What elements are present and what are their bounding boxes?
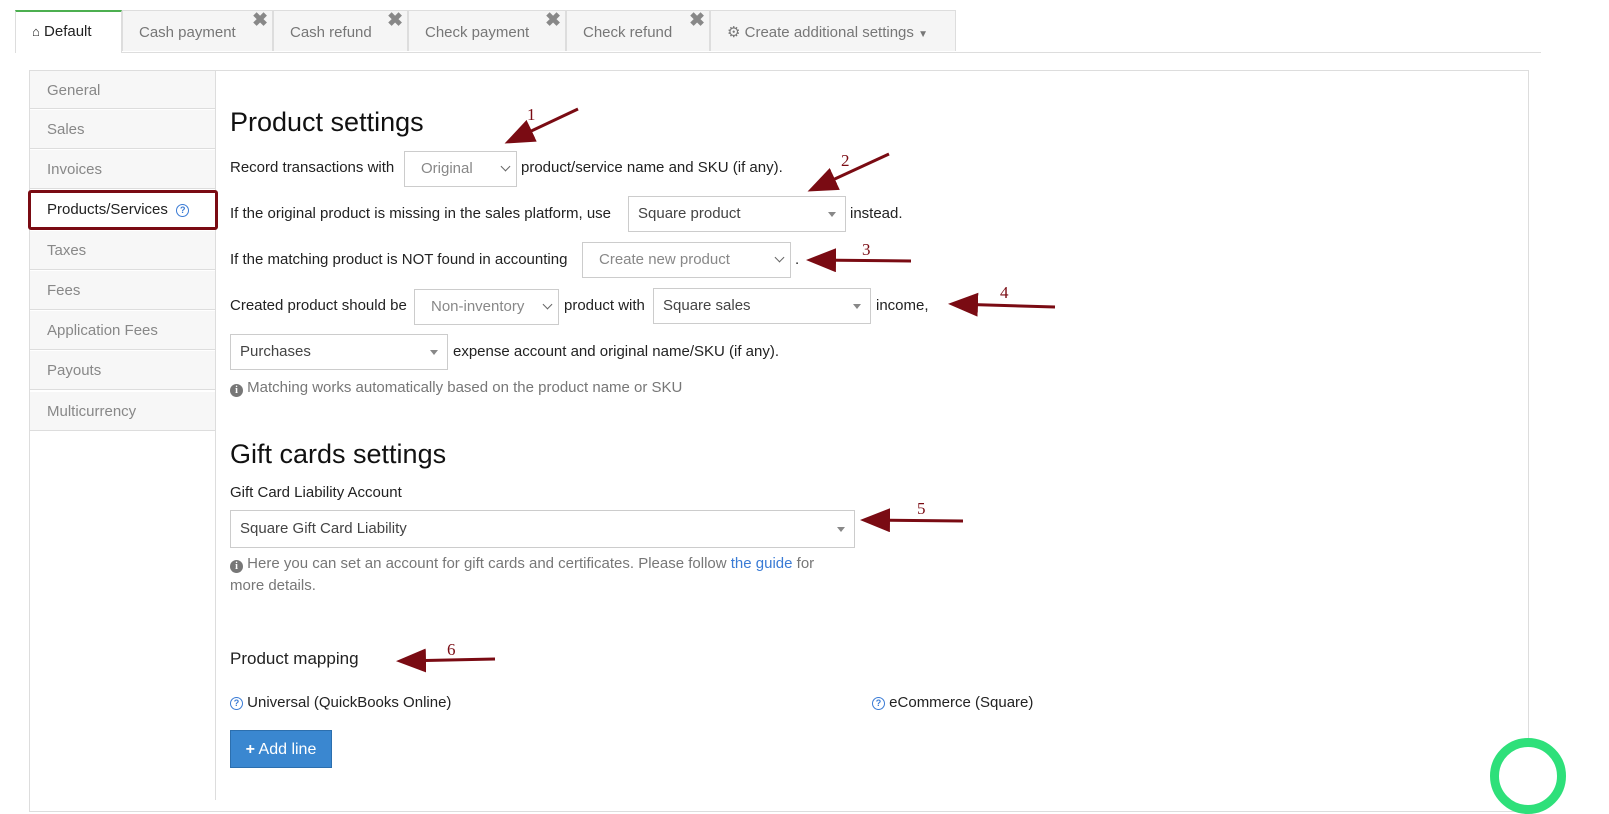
sidebar-item-fees[interactable]: Fees xyxy=(29,271,216,310)
product-mapping-title: Product mapping xyxy=(230,649,359,668)
sidebar-item-label: Sales xyxy=(47,121,85,138)
annotation-number-4: 4 xyxy=(1000,283,1009,302)
sidebar-item-label: Taxes xyxy=(47,242,87,259)
tab-label: Cash refund xyxy=(290,24,372,41)
button-label: Add line xyxy=(258,741,317,758)
sidebar-item-label: Invoices xyxy=(47,161,103,178)
chat-widget-button[interactable] xyxy=(1490,738,1566,814)
income-account-select[interactable]: Square sales xyxy=(653,288,871,324)
column-label: Universal (QuickBooks Online) xyxy=(247,694,452,711)
select-value: Purchases xyxy=(240,343,311,360)
tab-label: Cash payment xyxy=(139,24,236,41)
plus-icon: + xyxy=(245,741,255,758)
chevron-down-icon xyxy=(500,161,511,172)
tab-label: Create additional settings xyxy=(744,24,914,41)
tab-label: Check refund xyxy=(583,24,673,41)
sidebar-item-label: Payouts xyxy=(47,362,102,379)
sidebar-item-application-fees[interactable]: Application Fees xyxy=(29,311,216,350)
close-icon[interactable]: ✖ xyxy=(545,0,561,42)
select-value: Create new product xyxy=(599,251,730,268)
gift-card-hint-line2: more details. xyxy=(230,577,316,594)
product-settings-title: Product settings xyxy=(230,107,424,137)
mapping-column-ecommerce: ? eCommerce (Square) xyxy=(872,694,1033,711)
column-label: eCommerce (Square) xyxy=(889,694,1034,711)
chevron-down-icon xyxy=(774,252,785,263)
info-icon: i xyxy=(230,384,243,397)
matching-hint: i Matching works automatically based on … xyxy=(230,379,682,397)
annotation-number-6: 6 xyxy=(447,640,456,659)
row2-label: If the original product is missing in th… xyxy=(230,205,612,222)
annotation-number-1: 1 xyxy=(527,105,536,124)
caret-down-icon xyxy=(828,212,836,217)
select-value: Square product xyxy=(638,205,741,222)
hint-text: Here you can set an account for gift car… xyxy=(247,555,727,572)
sidebar-item-label: General xyxy=(47,82,101,99)
tab-create-additional-settings[interactable]: ⚙ Create additional settings ▼ xyxy=(710,10,956,51)
gift-cards-title: Gift cards settings xyxy=(230,439,447,469)
gear-icon: ⚙ xyxy=(727,24,741,41)
sidebar-item-payouts[interactable]: Payouts xyxy=(29,351,216,390)
close-icon[interactable]: ✖ xyxy=(689,0,705,42)
tab-default[interactable]: ⌂ Default xyxy=(15,10,122,53)
sidebar-item-taxes[interactable]: Taxes xyxy=(29,231,216,270)
sidebar-item-products-services[interactable]: Products/Services ? xyxy=(28,190,218,230)
tab-check-refund[interactable]: Check refund ✖ xyxy=(566,10,710,51)
help-icon[interactable]: ? xyxy=(176,204,190,217)
gift-card-hint: i Here you can set an account for gift c… xyxy=(230,555,814,573)
gift-card-label: Gift Card Liability Account xyxy=(230,484,402,501)
sidebar-item-sales[interactable]: Sales xyxy=(29,110,216,149)
sidebar-item-label: Multicurrency xyxy=(47,403,137,420)
gift-card-liability-select[interactable]: Square Gift Card Liability xyxy=(230,510,855,548)
row4-suffix: income, xyxy=(876,297,929,314)
row3-label: If the matching product is NOT found in … xyxy=(230,251,568,268)
chevron-down-icon xyxy=(542,299,553,310)
sidebar-item-multicurrency[interactable]: Multicurrency xyxy=(29,392,216,431)
tab-cash-refund[interactable]: Cash refund ✖ xyxy=(273,10,408,51)
add-line-button[interactable]: + Add line xyxy=(230,730,332,768)
tab-label: Check payment xyxy=(425,24,530,41)
info-icon: i xyxy=(230,560,243,573)
annotation-number-5: 5 xyxy=(917,499,926,518)
row5-suffix: expense account and original name/SKU (i… xyxy=(453,343,780,360)
select-value: Original xyxy=(421,160,473,177)
not-found-action-select[interactable]: Create new product xyxy=(582,242,791,278)
missing-product-select[interactable]: Square product xyxy=(628,196,846,232)
row4-label: Created product should be xyxy=(230,297,407,314)
select-value: Square Gift Card Liability xyxy=(240,520,407,537)
sidebar-item-general[interactable]: General xyxy=(29,70,216,109)
annotation-number-2: 2 xyxy=(841,151,850,170)
tab-cash-payment[interactable]: Cash payment ✖ xyxy=(122,10,273,51)
tab-check-payment[interactable]: Check payment ✖ xyxy=(408,10,566,51)
annotation-number-3: 3 xyxy=(862,240,871,259)
help-icon[interactable]: ? xyxy=(872,697,885,710)
tab-label: Default xyxy=(44,23,92,40)
row2-suffix: instead. xyxy=(850,205,903,222)
row4-middle: product with xyxy=(564,297,645,314)
caret-down-icon: ▼ xyxy=(918,29,928,40)
caret-down-icon xyxy=(853,304,861,309)
row3-suffix: . xyxy=(795,251,800,268)
sidebar-item-label: Fees xyxy=(47,282,81,299)
hint-text: for xyxy=(796,555,815,572)
sidebar-item-label: Application Fees xyxy=(47,322,158,339)
help-icon[interactable]: ? xyxy=(230,697,243,710)
settings-tabs: ⌂ Default Cash payment ✖ Cash refund ✖ C… xyxy=(15,10,1541,53)
select-value: Square sales xyxy=(663,297,751,314)
sidebar-item-label: Products/Services xyxy=(47,201,168,218)
row1-label: Record transactions with xyxy=(230,159,395,176)
hint-text: Matching works automatically based on th… xyxy=(247,379,683,396)
close-icon[interactable]: ✖ xyxy=(252,0,268,42)
product-type-select[interactable]: Non-inventory xyxy=(414,289,559,325)
guide-link[interactable]: the guide xyxy=(731,555,793,572)
caret-down-icon xyxy=(430,350,438,355)
mapping-column-universal: ? Universal (QuickBooks Online) xyxy=(230,694,451,711)
expense-account-select[interactable]: Purchases xyxy=(230,334,448,370)
select-value: Non-inventory xyxy=(431,298,525,315)
record-name-select[interactable]: Original xyxy=(404,151,517,187)
caret-down-icon xyxy=(837,527,845,532)
row1-suffix: product/service name and SKU (if any). xyxy=(521,159,783,176)
close-icon[interactable]: ✖ xyxy=(387,0,403,42)
sidebar-item-invoices[interactable]: Invoices xyxy=(29,150,216,189)
home-icon: ⌂ xyxy=(32,24,40,39)
